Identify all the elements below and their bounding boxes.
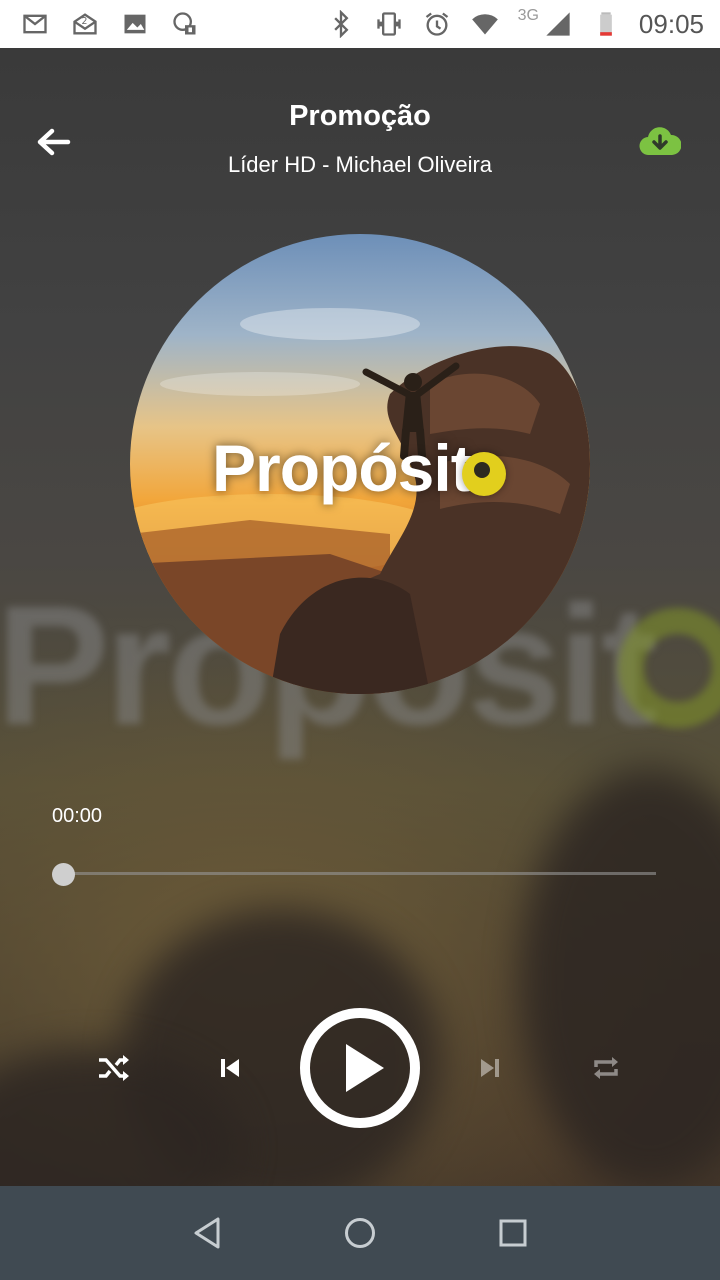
album-logo-text: Propósit <box>212 431 473 505</box>
track-artist: Líder HD - Michael Oliveira <box>227 152 493 177</box>
nav-recents-button[interactable] <box>488 1208 538 1258</box>
nav-recents-icon <box>499 1219 527 1247</box>
player-screen: Propósit Promoção Líder HD - Michael Oli… <box>0 48 720 1186</box>
download-button[interactable] <box>636 120 684 164</box>
repeat-button[interactable] <box>588 1048 624 1088</box>
vibrate-icon <box>374 9 404 39</box>
next-button[interactable] <box>472 1048 508 1088</box>
current-time: 00:00 <box>52 805 103 827</box>
skip-previous-icon <box>221 1059 239 1077</box>
album-art: Propósit <box>130 234 590 694</box>
bluetooth-icon <box>326 9 356 39</box>
svg-text:2: 2 <box>82 16 88 27</box>
battery-low-icon <box>591 9 621 39</box>
nav-home-button[interactable] <box>335 1208 385 1258</box>
signal-icon <box>543 9 573 39</box>
navigation-bar <box>0 1186 720 1280</box>
status-system: 3G 09:05 <box>326 7 704 40</box>
nav-home-icon <box>344 1218 375 1248</box>
alarm-icon <box>422 9 452 39</box>
shuffle-button[interactable] <box>92 1048 136 1088</box>
nav-back-button[interactable] <box>182 1208 232 1258</box>
status-notifications: 2 <box>20 9 200 39</box>
network-type-label: 3G <box>517 7 539 24</box>
gallery-icon <box>120 9 150 39</box>
mail-open-icon: 2 <box>70 9 100 39</box>
nav-back-icon <box>194 1217 220 1249</box>
seek-thumb[interactable] <box>52 863 75 886</box>
track-title: Promoção <box>289 100 431 132</box>
app-notification-icon <box>170 9 200 39</box>
repeat-icon <box>594 1057 618 1079</box>
album-logo-mark <box>462 452 506 496</box>
skip-next-icon <box>481 1059 499 1077</box>
shuffle-icon <box>99 1055 129 1081</box>
gmail-icon <box>20 9 50 39</box>
status-bar: 2 3G 09:05 <box>0 0 720 48</box>
seek-bar[interactable] <box>62 872 656 875</box>
cloud-download-icon <box>639 127 681 156</box>
previous-button[interactable] <box>212 1048 248 1088</box>
play-icon <box>346 1044 384 1092</box>
play-button[interactable] <box>300 1008 420 1128</box>
status-clock: 09:05 <box>638 8 704 39</box>
wifi-icon <box>470 9 500 39</box>
